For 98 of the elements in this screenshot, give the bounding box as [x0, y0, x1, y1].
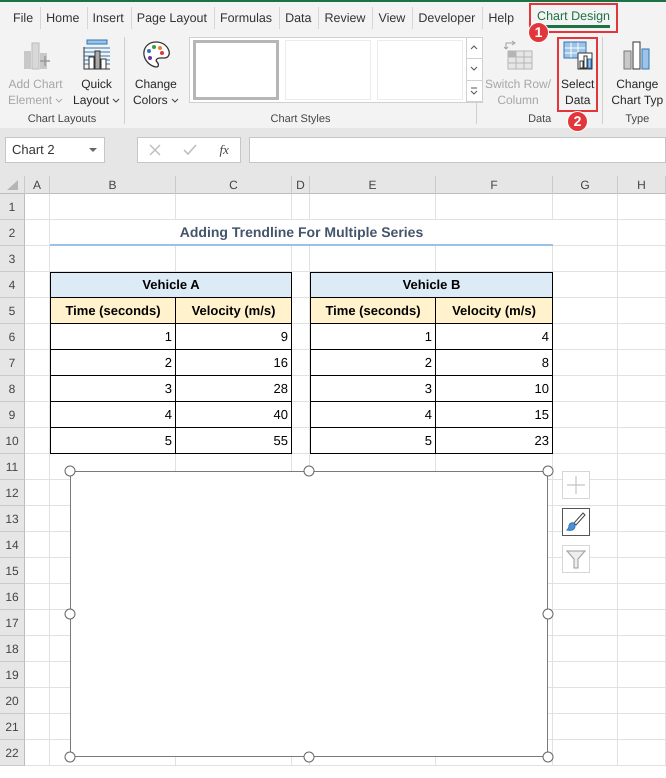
row-header[interactable]: 15 — [0, 558, 25, 584]
layout-chart-icon — [80, 39, 113, 71]
resize-handle[interactable] — [542, 466, 554, 476]
funnel-icon — [566, 549, 586, 569]
table-cell: 3 — [310, 376, 436, 402]
chart-side-button[interactable] — [562, 508, 590, 536]
row-header[interactable]: 2 — [0, 220, 25, 246]
table-cell: 1 — [50, 324, 176, 350]
insert-function-button[interactable]: fx — [220, 140, 229, 160]
column-header[interactable]: E — [310, 176, 436, 194]
brush-icon — [566, 512, 586, 532]
table-cell: 2 — [310, 350, 436, 376]
ribbon-tab[interactable]: Page Layout — [130, 6, 212, 28]
table-cell: 15 — [436, 402, 553, 428]
column-header[interactable]: C — [176, 176, 292, 194]
ribbon-tab[interactable]: Formulas — [214, 6, 278, 28]
plus-icon — [566, 475, 586, 495]
resize-handle[interactable] — [304, 752, 314, 762]
row-header[interactable]: 10 — [0, 428, 25, 454]
row-header[interactable]: 18 — [0, 636, 25, 662]
table-cell: 4 — [50, 402, 176, 428]
table-title: Vehicle B — [310, 272, 553, 298]
row-header[interactable]: 21 — [0, 714, 25, 740]
table-chart-icon — [562, 39, 594, 71]
check-icon[interactable] — [183, 144, 198, 156]
ribbon-command-button[interactable]: Change Colors — [129, 37, 183, 112]
row-header[interactable]: 1 — [0, 194, 25, 220]
resize-handle[interactable] — [304, 466, 314, 476]
table-cell: 5 — [310, 428, 436, 454]
row-header[interactable]: 6 — [0, 324, 25, 350]
dropdown-arrow-icon[interactable] — [88, 147, 98, 153]
ribbon-tab[interactable]: View — [372, 6, 410, 28]
scroll-down-icon[interactable] — [470, 65, 478, 74]
table-cell: 23 — [436, 428, 553, 454]
table-cell: 4 — [436, 324, 553, 350]
column-heading: Time (seconds) — [50, 298, 176, 324]
expand-icon[interactable] — [470, 86, 478, 95]
table-cell: 9 — [176, 324, 292, 350]
ribbon-command-button[interactable]: Change Chart Typ — [607, 37, 666, 112]
column-header[interactable]: G — [553, 176, 618, 194]
row-header[interactable]: 5 — [0, 298, 25, 324]
table-cell: 16 — [176, 350, 292, 376]
ribbon-tab[interactable]: Home — [40, 6, 84, 28]
group-label: Type — [625, 113, 650, 125]
row-header[interactable]: 9 — [0, 402, 25, 428]
resize-handle[interactable] — [64, 466, 76, 476]
group-label: Chart Layouts — [28, 113, 96, 125]
ribbon-command-button[interactable]: Select Data — [557, 37, 598, 112]
ribbon-tab[interactable]: File — [8, 6, 38, 28]
grid-arrows-icon — [502, 39, 534, 71]
group-label: Data — [528, 113, 552, 125]
column-heading: Velocity (m/s) — [176, 298, 292, 324]
row-header[interactable]: 13 — [0, 506, 25, 532]
ribbon-tab[interactable]: Help — [482, 6, 520, 28]
row-header[interactable]: 16 — [0, 584, 25, 610]
column-header[interactable]: B — [50, 176, 176, 194]
column-header[interactable]: D — [292, 176, 310, 194]
table-cell: 1 — [310, 324, 436, 350]
table-cell: 55 — [176, 428, 292, 454]
formula-input[interactable] — [249, 137, 666, 163]
table-cell: 28 — [176, 376, 292, 402]
row-header[interactable]: 12 — [0, 480, 25, 506]
resize-handle[interactable] — [542, 608, 554, 620]
table-title: Vehicle A — [50, 272, 292, 298]
resize-handle[interactable] — [64, 752, 76, 762]
row-header[interactable]: 7 — [0, 350, 25, 376]
column-heading: Time (seconds) — [310, 298, 436, 324]
ribbon-tab[interactable]: Review — [318, 6, 370, 28]
column-header[interactable]: H — [618, 176, 666, 194]
resize-handle[interactable] — [542, 752, 554, 762]
ribbon-tab[interactable]: Developer — [412, 6, 480, 28]
row-header[interactable]: 22 — [0, 740, 25, 766]
table-cell: 8 — [436, 350, 553, 376]
row-header[interactable]: 20 — [0, 688, 25, 714]
style-thumbnail[interactable] — [192, 40, 279, 100]
table-cell: 2 — [50, 350, 176, 376]
column-heading: Velocity (m/s) — [436, 298, 553, 324]
row-header[interactable]: 4 — [0, 272, 25, 298]
row-header[interactable]: 14 — [0, 532, 25, 558]
row-header[interactable]: 19 — [0, 662, 25, 688]
name-box[interactable]: Chart 2 — [5, 137, 105, 163]
row-header[interactable]: 17 — [0, 610, 25, 636]
column-header[interactable]: F — [436, 176, 553, 194]
table-cell: 10 — [436, 376, 553, 402]
group-label: Chart Styles — [270, 113, 330, 125]
row-header[interactable]: 8 — [0, 376, 25, 402]
row-header[interactable]: 11 — [0, 454, 25, 480]
ribbon-tab[interactable]: Insert — [86, 6, 129, 28]
column-header[interactable]: A — [25, 176, 50, 194]
table-cell: 5 — [50, 428, 176, 454]
ribbon-command-button[interactable]: Quick Layout — [69, 37, 124, 112]
resize-handle[interactable] — [64, 608, 76, 620]
row-header[interactable]: 3 — [0, 246, 25, 272]
ribbon-tab[interactable]: Data — [279, 6, 316, 28]
sheet-title: Adding Trendline For Multiple Series — [50, 220, 553, 246]
table-cell: 40 — [176, 402, 292, 428]
table-cell: 3 — [50, 376, 176, 402]
table-cell: 4 — [310, 402, 436, 428]
